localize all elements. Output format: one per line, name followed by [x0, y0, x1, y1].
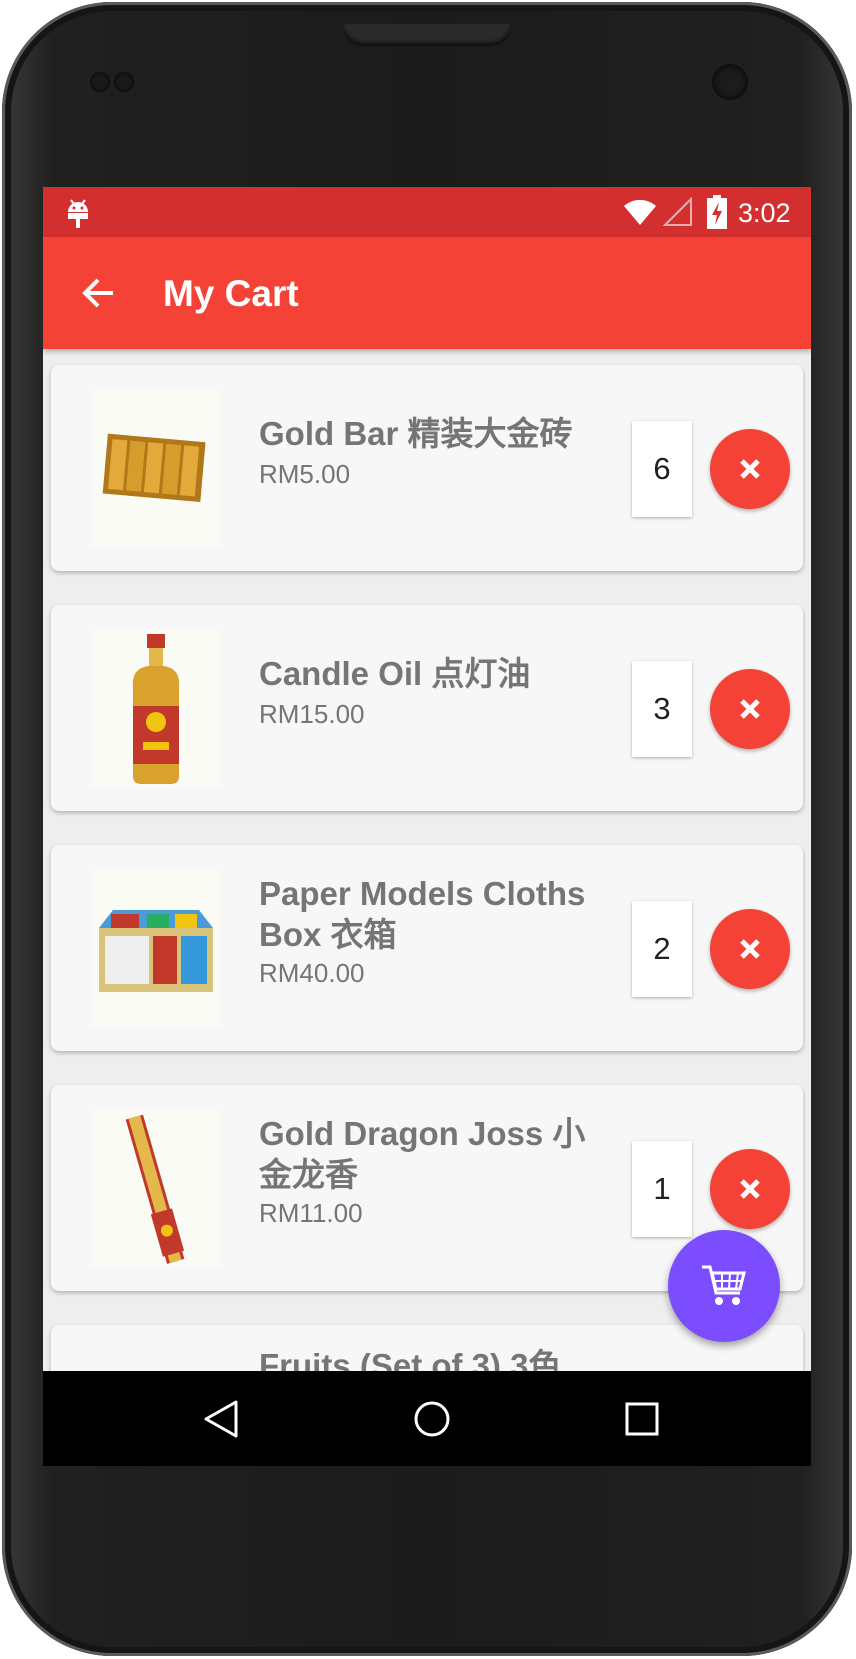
product-name: Paper Models Cloths Box 衣箱 [259, 875, 586, 953]
product-price: RM5.00 [259, 459, 351, 489]
product-name: Gold Bar 精装大金砖 [259, 415, 573, 452]
nav-home-icon [414, 1401, 450, 1437]
app-toolbar: My Cart [43, 237, 811, 349]
close-icon [740, 699, 760, 719]
remove-item-button[interactable] [710, 1149, 790, 1229]
nav-home-button[interactable] [404, 1391, 460, 1447]
checkout-fab[interactable] [668, 1230, 780, 1342]
close-icon [740, 1179, 760, 1199]
cart-icon [702, 1265, 746, 1305]
product-price: RM11.00 [259, 1198, 363, 1228]
remove-item-button[interactable] [710, 429, 790, 509]
product-image-candle-oil [91, 630, 221, 788]
sensor-dot [90, 72, 110, 92]
nav-recents-icon [625, 1402, 659, 1436]
nav-recents-button[interactable] [614, 1391, 670, 1447]
close-icon [740, 459, 760, 479]
product-image-gold-bar [91, 390, 221, 548]
status-time: 3:02 [738, 198, 791, 228]
product-name: Fruits (Set of 3) 3色 [259, 1347, 562, 1371]
front-camera [712, 64, 748, 100]
page-title: My Cart [163, 273, 299, 314]
remove-item-button[interactable] [710, 909, 790, 989]
cart-item-card[interactable]: Gold Bar 精装大金砖 RM5.00 6 [51, 365, 803, 571]
product-image-cloths-box [91, 870, 221, 1028]
nav-back-icon [204, 1400, 238, 1438]
quantity-field[interactable]: 3 [632, 661, 692, 757]
product-price: RM15.00 [259, 699, 365, 729]
cart-list[interactable]: Gold Bar 精装大金砖 RM5.00 6 Candle Oil 点灯油 R… [43, 349, 811, 1371]
device-screen: 3:02 My Cart Gold Bar 精装大金砖 RM5.00 6 Can… [43, 187, 811, 1466]
product-image-dragon-joss [91, 1110, 221, 1268]
quantity-field[interactable]: 2 [632, 901, 692, 997]
nav-back-button[interactable] [193, 1391, 249, 1447]
battery-charging-icon [707, 195, 727, 229]
product-name: Gold Dragon Joss 小金龙香 [259, 1115, 586, 1193]
earpiece-speaker [342, 24, 512, 46]
quantity-field[interactable]: 1 [632, 1141, 692, 1237]
cell-signal-icon [663, 197, 692, 226]
arrow-back-icon [82, 278, 113, 308]
quantity-field[interactable]: 6 [632, 421, 692, 517]
product-price: RM40.00 [259, 958, 365, 988]
remove-item-button[interactable] [710, 669, 790, 749]
wifi-icon [624, 199, 656, 225]
sensor-dot [114, 72, 134, 92]
close-icon [740, 939, 760, 959]
cart-item-card[interactable]: Fruits (Set of 3) 3色 [51, 1325, 803, 1371]
android-debug-icon [68, 199, 88, 228]
back-button[interactable] [71, 265, 127, 321]
status-bar: 3:02 [43, 187, 811, 237]
system-nav-bar [43, 1371, 811, 1466]
cart-item-card[interactable]: Paper Models Cloths Box 衣箱 RM40.00 2 [51, 845, 803, 1051]
cart-item-card[interactable]: Candle Oil 点灯油 RM15.00 3 [51, 605, 803, 811]
product-name: Candle Oil 点灯油 [259, 655, 531, 692]
